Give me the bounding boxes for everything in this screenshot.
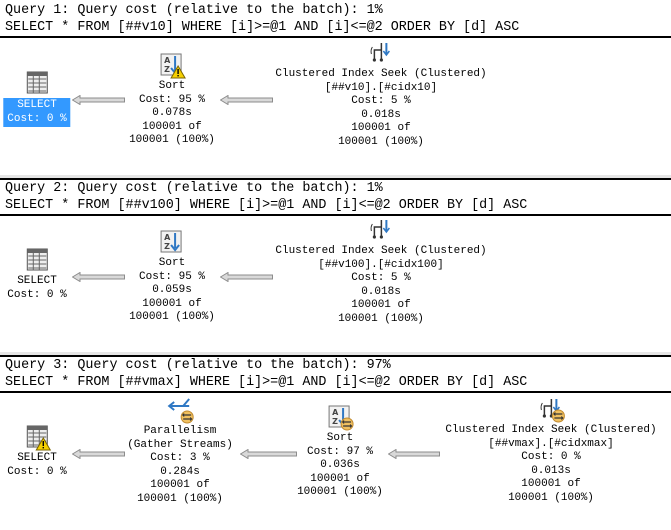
plan-node-sort[interactable]: A Z Sort Cost: 97 % 0.036s 100001 of 100001 (1… [297,404,383,500]
plan-node-line: 100001 (100%) [297,486,383,498]
sort-icon[interactable]: AZ [159,229,185,255]
svg-text:Z: Z [332,417,338,426]
data-flow-arrow[interactable] [387,446,440,460]
plan-node-line: Clustered Index Seek (Clustered) [445,424,657,436]
plan-node-line: 100001 of [521,478,581,490]
data-flow-arrow[interactable] [71,446,125,460]
plan-node-sort[interactable]: A Z Sort Cost: 95 % 0.078s 100001 of 100001 (1… [129,52,215,148]
query-cost-label: Query 1: Query cost (relative to the bat… [5,3,383,18]
plan-node-line: 100001 (100%) [338,135,424,148]
plan-node-line: 0.284s [160,465,200,478]
plan-node-clustered-index-seek[interactable]: Clustered Index Seek (Clustered) [##vmax]… [445,396,657,505]
query-cost-label: Query 2: Query cost (relative to the bat… [5,181,383,196]
plan-node-text: Clustered Index Seek (Clustered) [##v100]… [275,245,486,326]
svg-text:A: A [332,408,339,417]
svg-text:A: A [164,233,171,242]
plan-node-line: Clustered Index Seek (Clustered) [275,245,487,257]
query-header: Query 3: Query cost (relative to the bat… [0,357,671,393]
svg-text:Z: Z [164,242,170,251]
plan-node-text: Clustered Index Seek (Clustered) [##vmax]… [445,424,656,505]
data-flow-arrow[interactable] [239,446,297,460]
sort-icon[interactable]: AZ [159,52,186,79]
plan-node-line: Sort [158,257,186,269]
plan-node-line: Cost: 0 % [7,465,67,478]
query-header: Query 1: Query cost (relative to the bat… [0,2,671,38]
select-table-icon[interactable] [24,247,50,273]
select-table-icon[interactable] [24,70,50,96]
plan-node-line: [##v100].[#cidx100] [318,258,444,271]
plan-node-line: 0.078s [152,107,192,119]
plan-node-parallelism[interactable]: Parallelism (Gather Streams) Cost: 3 % 0.28… [127,397,233,506]
svg-text:A: A [164,56,171,65]
plan-node-text: Sort Cost: 95 % 0.078s 100001 of 100001 (100… [129,80,215,148]
sort-icon[interactable]: AZ [327,404,354,431]
query-header: Query 2: Query cost (relative to the bat… [0,180,671,216]
clustered-index-seek-icon[interactable] [368,40,394,66]
plan-node-line: 0.036s [320,459,360,471]
plan-node-line: 100001 (100%) [129,311,215,323]
plan-node-line: 0.018s [361,285,401,298]
plan-node-line: 0.059s [152,284,192,296]
plan-node-line: 100001 of [142,297,202,310]
plan-node-text: Sort Cost: 97 % 0.036s 100001 of 100001 (100… [297,432,383,500]
plan-node-line: 100001 of [150,479,210,491]
query-sql-text[interactable]: SELECT * FROM [##v100] WHERE [i]>=@1 AND… [0,197,671,214]
plan-node-line: Cost: 97 % [306,445,374,458]
plan-node-line: 100001 of [142,120,202,133]
data-flow-arrow[interactable] [219,92,273,106]
data-flow-arrow[interactable] [71,92,125,106]
plan-node-line: Sort [326,432,354,444]
select-table-icon[interactable] [24,424,51,451]
plan-node-line: Cost: 5 % [351,272,411,284]
clustered-index-seek-icon[interactable] [538,396,565,423]
plan-node-text: Sort Cost: 95 % 0.059s 100001 of 100001 (100… [129,257,215,325]
plan-node-line: Cost: 0 % [7,288,67,301]
plan-node-line: Cost: 5 % [351,95,411,107]
plan-node-clustered-index-seek[interactable]: Clustered Index Seek (Clustered) [##v10].… [275,40,487,149]
plan-node-clustered-index-seek[interactable]: Clustered Index Seek (Clustered) [##v100]… [275,217,487,326]
clustered-index-seek-icon[interactable] [368,217,394,243]
query-cost-label: Query 3: Query cost (relative to the bat… [5,358,391,373]
plan-node-line: 100001 of [351,122,411,134]
plan-node-line: [##v10].[#cidx10] [324,81,438,94]
plan-node-line: 100001 of [351,299,411,311]
plan-node-line: 100001 (100%) [129,134,215,146]
plan-node-line: Cost: 95 % [138,93,206,106]
query-sql-text[interactable]: SELECT * FROM [##vmax] WHERE [i]>=@1 AND… [0,374,671,391]
plan-node-line: Cost: 3 % [150,452,210,464]
plan-node-line: (Gather Streams) [127,438,233,451]
plan-node-line: [##vmax].[#cidxmax] [488,437,614,450]
plan-node-line: Cost: 0 % [7,112,67,125]
plan-node-line: SELECT [17,99,57,111]
plan-node-line: Parallelism [143,425,217,437]
plan-node-text: Clustered Index Seek (Clustered) [##v10].… [275,68,486,149]
data-flow-arrow[interactable] [219,269,273,283]
svg-text:Z: Z [164,65,170,74]
parallelism-icon[interactable] [167,397,194,424]
plan-node-select-table[interactable]: SELECT Cost: 0 % [7,424,67,479]
plan-node-line: SELECT [17,275,57,287]
plan-node-select-table[interactable]: SELECT Cost: 0 % [7,247,67,302]
plan-node-line: 0.018s [361,108,401,121]
plan-node-line: 100001 (100%) [137,492,223,505]
plan-node-text: SELECT Cost: 0 % [7,452,66,479]
plan-node-line: 100001 of [310,472,370,485]
plan-node-line: Sort [158,80,186,92]
plan-node-text: SELECT Cost: 0 % [3,98,71,127]
plan-node-line: Cost: 95 % [138,270,206,283]
plan-node-line: 0.013s [531,464,571,477]
plan-node-text: SELECT Cost: 0 % [7,275,66,302]
plan-node-select-table[interactable]: SELECT Cost: 0 % [3,70,71,127]
plan-node-line: Cost: 0 % [521,451,581,463]
plan-node-line: SELECT [17,452,57,464]
plan-node-line: 100001 (100%) [508,491,594,504]
query-sql-text[interactable]: SELECT * FROM [##v10] WHERE [i]>=@1 AND … [0,19,671,36]
plan-node-sort[interactable]: A Z Sort Cost: 95 % 0.059s 100001 of 100001 (1… [129,229,215,325]
plan-node-line: 100001 (100%) [338,312,424,325]
plan-node-line: Clustered Index Seek (Clustered) [275,68,487,80]
plan-node-text: Parallelism (Gather Streams) Cost: 3 % 0.28… [127,425,233,506]
data-flow-arrow[interactable] [71,269,125,283]
